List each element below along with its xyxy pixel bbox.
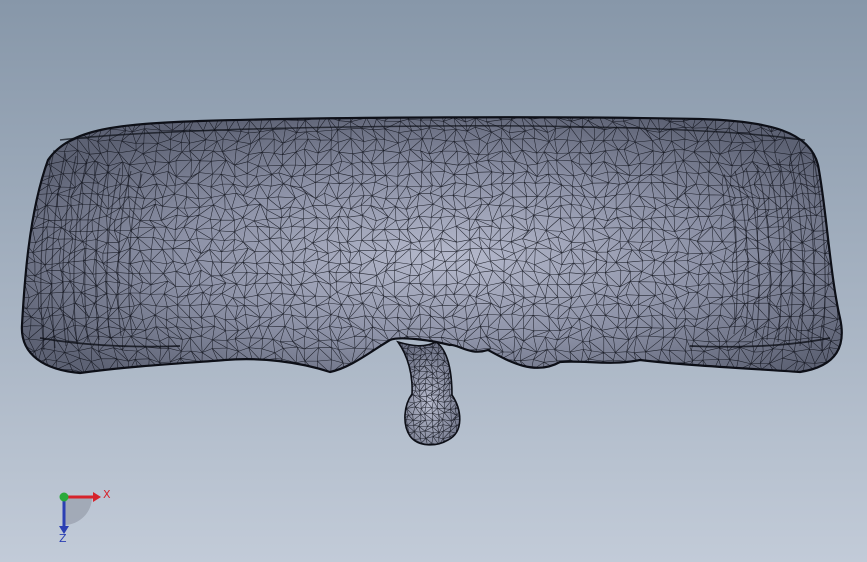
y-axis-dot xyxy=(59,492,69,502)
model-view[interactable]: X Z xyxy=(0,0,867,562)
graphics-viewport[interactable]: X Z xyxy=(0,0,867,562)
z-axis-label: Z xyxy=(59,532,67,545)
x-axis-label: X xyxy=(103,488,111,501)
